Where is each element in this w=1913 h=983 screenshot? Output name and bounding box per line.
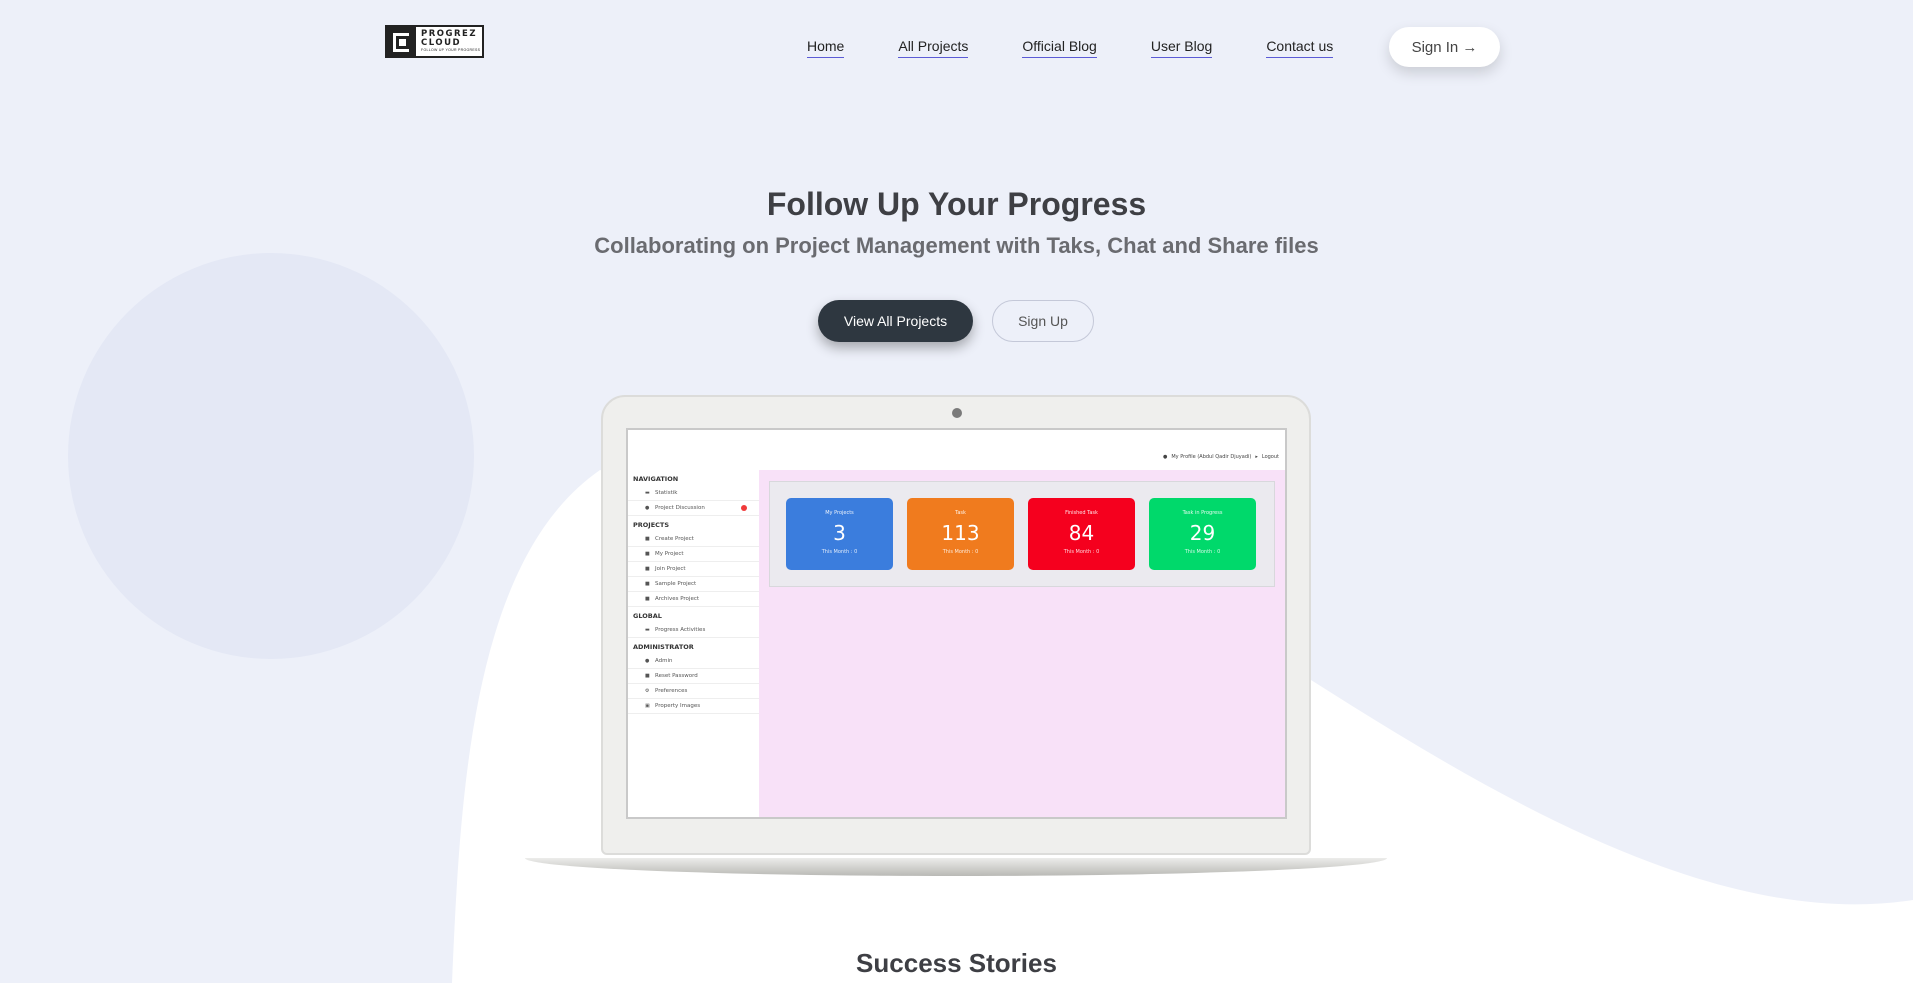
sidebar-item: ■ Sample Project (628, 577, 759, 592)
folder-icon: ■ (645, 581, 650, 587)
stat-card-value: 29 (1189, 521, 1216, 545)
chat-icon: ● (645, 505, 650, 511)
folder-icon: ■ (645, 596, 650, 602)
activity-icon: ▬ (645, 627, 650, 633)
stat-card-label: Task (955, 510, 966, 516)
nav-link-user-blog[interactable]: User Blog (1150, 37, 1213, 58)
nav-link-home[interactable]: Home (807, 37, 845, 58)
hero-subtitle: Collaborating on Project Management with… (594, 233, 1319, 258)
stat-card: Task in Progress 29 This Month : 0 (1149, 498, 1256, 570)
brand-logo[interactable]: PROGREZ CLOUD FOLLOW UP YOUR PROGRESS (385, 25, 484, 58)
stat-card: Finished Task 84 This Month : 0 (1028, 498, 1135, 570)
stat-card-label: Task in Progress (1182, 510, 1223, 516)
hero-title: Follow Up Your Progress (766, 186, 1147, 222)
notification-dot (741, 505, 747, 511)
nav-link-contact-us[interactable]: Contact us (1266, 37, 1334, 58)
users-icon: ● (645, 658, 650, 664)
sidebar-item: ● Admin (628, 654, 759, 669)
app-screenshot: ● My Profile (Abdul Qadir Djuyadi) ▸ Log… (626, 428, 1287, 819)
stat-card-value: 113 (941, 521, 980, 545)
logo-mark-icon (387, 27, 416, 56)
logout-link: Logout (1261, 454, 1279, 460)
logout-icon: ▸ (1255, 454, 1258, 460)
sidebar-item: ● Project Discussion (628, 501, 759, 516)
profile-link: My Profile (Abdul Qadir Djuyadi) (1171, 454, 1252, 460)
folder-icon: ■ (645, 566, 650, 572)
main-nav: Home All Projects Official Blog User Blo… (807, 37, 1387, 58)
sidebar-item: ▣ Property Images (628, 699, 759, 714)
sidebar-item: ▬ Progress Activities (628, 623, 759, 638)
sidebar-header: NAVIGATION (633, 475, 679, 483)
stat-card: Task 113 This Month : 0 (907, 498, 1014, 570)
view-all-projects-button[interactable]: View All Projects (818, 300, 973, 342)
folder-icon: ■ (645, 551, 650, 557)
image-icon: ▣ (645, 703, 650, 709)
site-header: PROGREZ CLOUD FOLLOW UP YOUR PROGRESS Ho… (0, 0, 1913, 95)
stat-card-label: Finished Task (1065, 510, 1098, 516)
sidebar-item: ▬ Statistik (628, 486, 759, 501)
stat-card-foot: This Month : 0 (821, 549, 858, 555)
nav-link-all-projects[interactable]: All Projects (898, 37, 969, 58)
sidebar-item: ■ Create Project (628, 532, 759, 547)
nav-link-official-blog[interactable]: Official Blog (1022, 37, 1097, 58)
stat-card-foot: This Month : 0 (942, 549, 979, 555)
sign-in-button[interactable]: Sign In → (1389, 27, 1500, 67)
sidebar-header: ADMINISTRATOR (633, 643, 694, 651)
stats-panel: My Projects 3 This Month : 0 Task 113 Th… (769, 481, 1275, 587)
sign-up-button[interactable]: Sign Up (992, 300, 1094, 342)
sidebar-item: ■ Join Project (628, 562, 759, 577)
user-icon: ● (1162, 454, 1168, 460)
app-content: My Projects 3 This Month : 0 Task 113 Th… (759, 470, 1285, 817)
stat-card-foot: This Month : 0 (1063, 549, 1100, 555)
stat-card-value: 84 (1068, 521, 1095, 545)
success-stories-title: Success Stories (856, 948, 1057, 978)
sidebar-item: ⚙ Preferences (628, 684, 759, 699)
sidebar-header: PROJECTS (633, 521, 670, 529)
stat-card-foot: This Month : 0 (1184, 549, 1221, 555)
stat-card-label: My Projects (825, 510, 854, 516)
brand-title: PROGREZ CLOUD (421, 29, 477, 48)
gear-icon: ⚙ (645, 688, 650, 694)
sidebar-item: ■ Archives Project (628, 592, 759, 607)
stat-card-value: 3 (833, 521, 846, 545)
stat-card: My Projects 3 This Month : 0 (786, 498, 893, 570)
camera-icon (952, 408, 962, 418)
sidebar-item: ■ Reset Password (628, 669, 759, 684)
app-topbar: ● My Profile (Abdul Qadir Djuyadi) ▸ Log… (628, 448, 1285, 468)
brand-tagline: FOLLOW UP YOUR PROGRESS (421, 48, 481, 53)
app-sidebar: NAVIGATION ▬ Statistik ● Project Discussio… (628, 470, 759, 817)
folder-icon: ■ (645, 536, 650, 542)
sidebar-item: ■ My Project (628, 547, 759, 562)
sidebar-header: GLOBAL (633, 612, 662, 620)
chart-icon: ▬ (645, 490, 650, 496)
key-icon: ■ (645, 673, 650, 679)
